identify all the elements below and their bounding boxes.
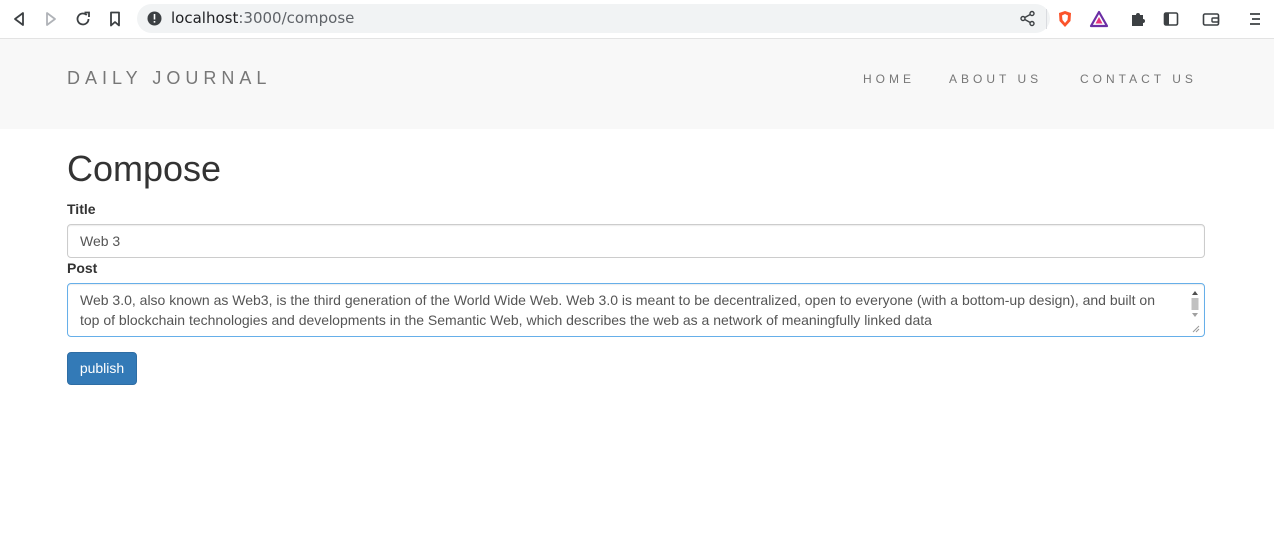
wallet-icon[interactable] [1201, 9, 1221, 29]
textarea-scrollbar[interactable] [1190, 288, 1200, 334]
toolbar-divider [1046, 9, 1047, 29]
nav-about-link[interactable]: ABOUT US [949, 72, 1042, 86]
publish-button[interactable]: publish [67, 352, 137, 385]
page-title: Compose [67, 148, 222, 189]
forward-icon[interactable] [41, 9, 61, 29]
brave-rewards-icon[interactable] [1089, 9, 1109, 29]
sidebar-icon[interactable] [1161, 9, 1181, 29]
site-brand[interactable]: DAILY JOURNAL [67, 68, 271, 89]
post-textarea[interactable]: Web 3.0, also known as Web3, is the thir… [67, 283, 1205, 337]
site-navbar: DAILY JOURNAL HOME ABOUT US CONTACT US [0, 39, 1274, 129]
nav-home-link[interactable]: HOME [863, 72, 915, 86]
brave-shields-icon[interactable] [1055, 9, 1075, 29]
reload-icon[interactable] [73, 9, 93, 29]
menu-icon[interactable] [1245, 9, 1265, 29]
nav-contact-link[interactable]: CONTACT US [1080, 72, 1197, 86]
url-host: localhost [171, 9, 239, 27]
title-input[interactable]: Web 3 [67, 224, 1205, 258]
bookmark-icon[interactable] [105, 9, 125, 29]
extensions-icon[interactable] [1128, 9, 1148, 29]
post-label: Post [67, 260, 98, 276]
title-label: Title [67, 201, 96, 217]
url-text[interactable]: localhost:3000/compose [171, 10, 354, 27]
back-icon[interactable] [9, 9, 29, 29]
address-bar[interactable]: localhost:3000/compose [137, 4, 1050, 33]
post-text: Web 3.0, also known as Web3, is the thir… [80, 292, 1155, 328]
browser-toolbar: localhost:3000/compose [0, 0, 1274, 39]
share-icon[interactable] [1019, 10, 1036, 27]
url-path: :3000/compose [238, 9, 355, 27]
site-info-icon[interactable] [147, 11, 162, 26]
